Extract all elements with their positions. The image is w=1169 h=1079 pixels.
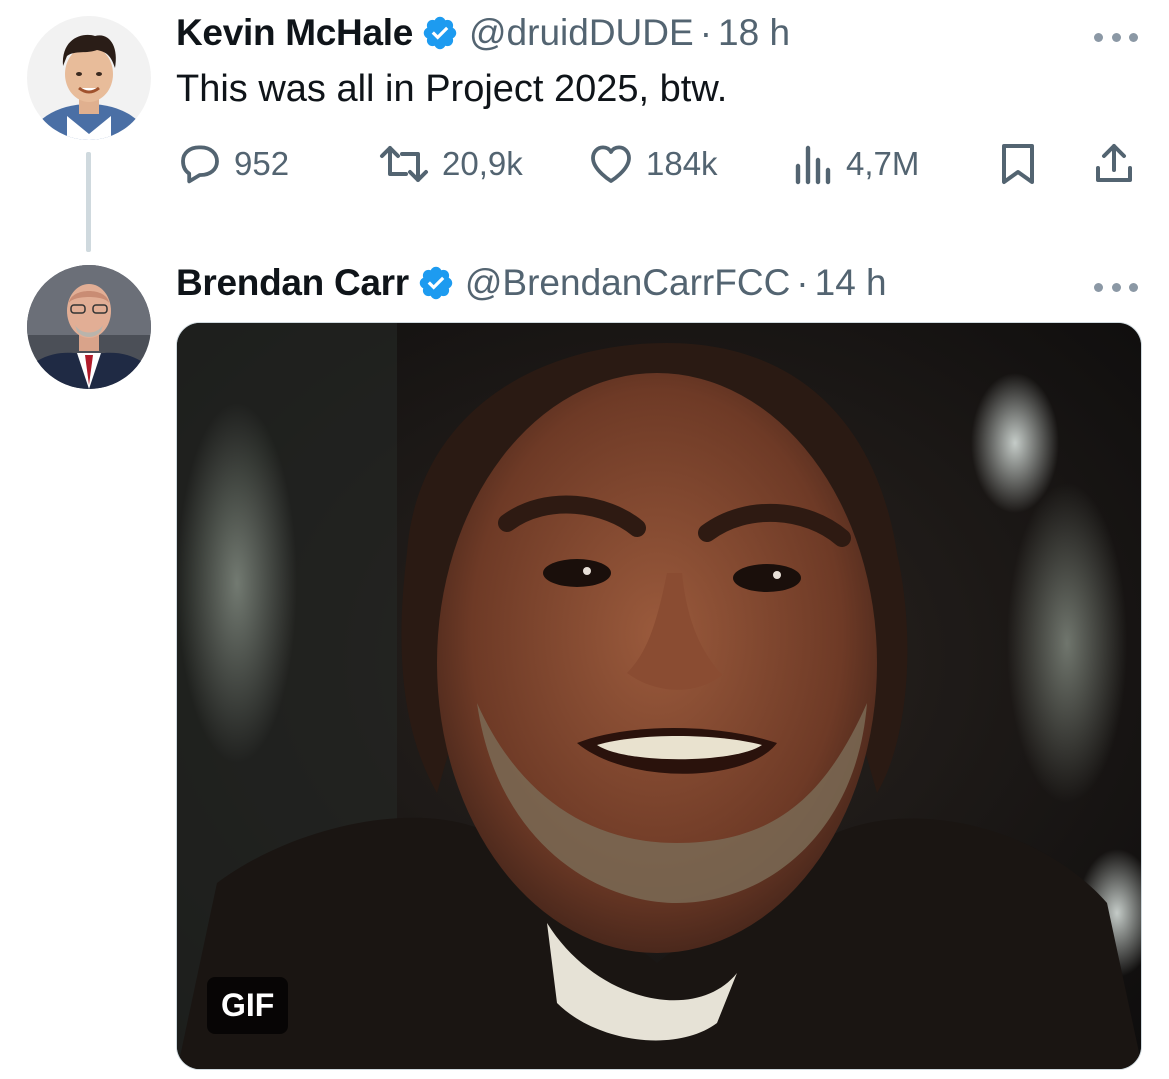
brendan-carr-avatar[interactable]: [27, 265, 151, 389]
tweet1-text: This was all in Project 2025, btw.: [176, 68, 728, 110]
tweet2-timestamp[interactable]: 14 h: [815, 262, 887, 304]
gif-badge: GIF: [207, 977, 289, 1034]
bookmark-icon: [1002, 144, 1034, 184]
repost-icon: [380, 146, 428, 182]
tweet1-timestamp[interactable]: 18 h: [718, 12, 790, 54]
tweet1-action-bar: 952 20,9k 184k 4,7M: [176, 138, 1138, 190]
tweet2-author-name[interactable]: Brendan Carr: [176, 262, 409, 304]
tweet2-handle[interactable]: @BrendanCarrFCC: [465, 262, 790, 304]
repost-button[interactable]: 20,9k: [376, 138, 523, 190]
gif-frame-image: [177, 323, 1141, 1069]
like-count: 184k: [646, 145, 718, 182]
repost-count: 20,9k: [442, 145, 523, 182]
reply-icon: [181, 145, 219, 184]
views-button[interactable]: 4,7M: [792, 138, 919, 190]
tweet1-handle[interactable]: @druidDUDE: [469, 12, 694, 54]
kevin-mchale-avatar[interactable]: [27, 16, 151, 140]
tweet2-more-icon[interactable]: [1094, 280, 1138, 294]
tweet2-header: Brendan Carr @BrendanCarrFCC · 14 h: [176, 262, 887, 304]
views-count: 4,7M: [846, 145, 920, 182]
bookmark-button[interactable]: [996, 138, 1040, 190]
share-button[interactable]: [1090, 138, 1138, 190]
verified-badge-icon[interactable]: [421, 14, 459, 52]
tweet1-header: Kevin McHale @druidDUDE · 18 h: [176, 12, 790, 54]
tweet2-separator: ·: [796, 262, 809, 303]
verified-badge-icon[interactable]: [417, 264, 455, 302]
tweet1-author-name[interactable]: Kevin McHale: [176, 12, 413, 54]
reply-button[interactable]: 952: [176, 138, 289, 190]
like-icon: [591, 145, 631, 183]
share-icon: [1096, 144, 1132, 182]
tweet2-gif-media[interactable]: GIF: [176, 322, 1142, 1070]
thread-connector-line: [86, 152, 91, 252]
reply-count: 952: [234, 145, 290, 182]
tweet1-more-icon[interactable]: [1094, 30, 1138, 44]
tweet1-separator: ·: [699, 12, 713, 53]
views-icon: [795, 145, 831, 185]
like-button[interactable]: 184k: [586, 138, 718, 190]
